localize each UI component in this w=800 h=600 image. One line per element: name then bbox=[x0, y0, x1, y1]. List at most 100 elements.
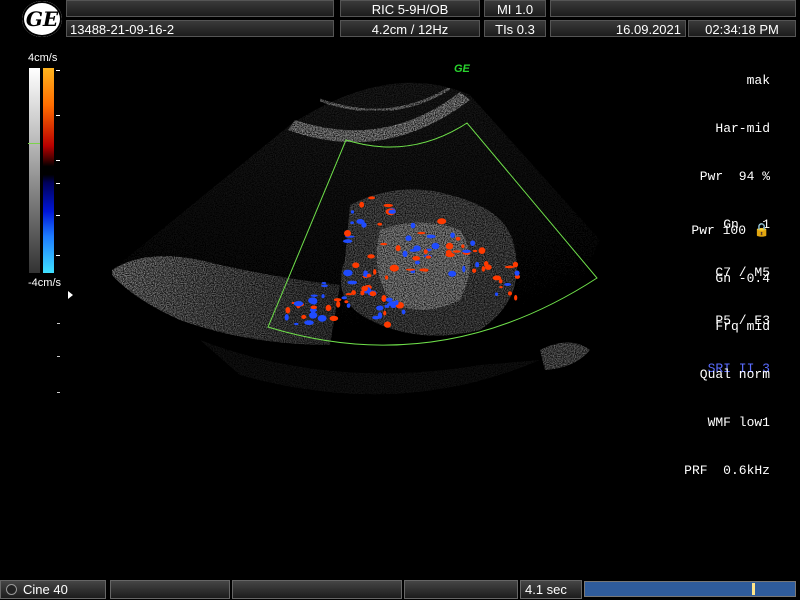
doppler-speckle bbox=[294, 322, 299, 326]
doppler-speckle bbox=[301, 314, 307, 319]
doppler-speckle bbox=[413, 245, 421, 252]
doppler-speckle bbox=[360, 290, 365, 296]
doppler-speckle bbox=[321, 284, 328, 288]
param-line: Gn -0.4 bbox=[715, 271, 770, 286]
doppler-speckle bbox=[470, 240, 476, 246]
doppler-speckle bbox=[293, 301, 304, 307]
doppler-speckle bbox=[342, 239, 353, 244]
cine-button[interactable]: Cine 40 bbox=[0, 580, 106, 599]
param-line: Frq mid bbox=[715, 319, 770, 334]
doppler-speckle bbox=[445, 252, 455, 258]
softkey-2[interactable] bbox=[232, 580, 402, 599]
doppler-speckle bbox=[359, 201, 365, 208]
doppler-speckle bbox=[310, 294, 318, 297]
doppler-speckle bbox=[377, 312, 383, 319]
scale-tick bbox=[56, 70, 60, 71]
doppler-speckle bbox=[383, 321, 392, 328]
cine-label: Cine 40 bbox=[23, 582, 68, 597]
doppler-speckle bbox=[401, 309, 406, 315]
doppler-speckle bbox=[321, 294, 325, 299]
doppler-speckle bbox=[455, 236, 461, 241]
doppler-speckle bbox=[336, 300, 341, 308]
doppler-speckle bbox=[507, 291, 513, 296]
doppler-speckle bbox=[445, 242, 454, 250]
depth-tick bbox=[57, 356, 60, 357]
doppler-speckle bbox=[321, 281, 327, 285]
doppler-speckle bbox=[484, 264, 492, 270]
gray-scale-bar bbox=[29, 68, 40, 273]
softkey-3[interactable] bbox=[404, 580, 518, 599]
param-line: Pwr 94 % bbox=[699, 169, 770, 184]
doppler-speckle bbox=[285, 306, 291, 314]
record-icon bbox=[6, 584, 17, 595]
doppler-speckle bbox=[368, 196, 376, 200]
doppler-speckle bbox=[341, 296, 347, 300]
doppler-speckle bbox=[461, 244, 465, 249]
doppler-speckle bbox=[389, 264, 399, 272]
doppler-speckle bbox=[344, 300, 349, 304]
doppler-speckle bbox=[492, 275, 502, 281]
doppler-speckle bbox=[361, 222, 367, 228]
doppler-speckle bbox=[308, 297, 318, 304]
doppler-speckle bbox=[475, 261, 480, 268]
doppler-speckle bbox=[350, 221, 354, 225]
param-line: Qual norm bbox=[699, 367, 770, 382]
cine-duration: 4.1 sec bbox=[520, 580, 582, 599]
cine-position-marker[interactable] bbox=[752, 583, 755, 595]
ge-watermark: GE bbox=[454, 63, 470, 75]
doppler-speckle bbox=[426, 234, 436, 239]
doppler-speckle bbox=[304, 320, 314, 326]
scale-bottom-label: -4cm/s bbox=[28, 277, 61, 289]
doppler-speckle bbox=[419, 268, 429, 272]
baseline-marker bbox=[28, 143, 40, 144]
doppler-speckle bbox=[376, 305, 384, 311]
color-velocity-bar bbox=[43, 68, 54, 273]
param-line: mak bbox=[746, 73, 770, 88]
doppler-speckle bbox=[373, 268, 377, 275]
softkey-1[interactable] bbox=[110, 580, 230, 599]
doppler-speckle bbox=[431, 242, 440, 250]
doppler-speckle bbox=[383, 310, 387, 316]
doppler-speckle bbox=[417, 231, 426, 235]
doppler-speckle bbox=[410, 222, 416, 229]
scale-tick bbox=[56, 255, 60, 256]
doppler-speckle bbox=[317, 314, 327, 322]
doppler-speckle bbox=[514, 270, 520, 276]
doppler-speckle bbox=[462, 265, 466, 273]
doppler-speckle bbox=[402, 250, 408, 258]
doppler-speckle bbox=[405, 268, 416, 271]
doppler-speckle bbox=[504, 265, 515, 269]
param-line: Har-mid bbox=[715, 121, 770, 136]
depth-tick bbox=[57, 323, 60, 324]
doppler-speckle bbox=[478, 247, 486, 255]
doppler-speckle bbox=[350, 210, 355, 214]
doppler-speckle bbox=[405, 235, 412, 242]
param-line: WMF low1 bbox=[707, 415, 770, 430]
doppler-speckle bbox=[499, 286, 503, 289]
doppler-speckle bbox=[384, 275, 389, 280]
doppler-speckle bbox=[346, 303, 351, 308]
doppler-speckle bbox=[325, 304, 332, 312]
doppler-speckle bbox=[514, 294, 518, 301]
doppler-speckle bbox=[448, 270, 457, 277]
scale-tick bbox=[56, 115, 60, 116]
doppler-speckle bbox=[385, 297, 393, 302]
doppler-speckle bbox=[345, 293, 353, 296]
doppler-speckle bbox=[388, 301, 399, 305]
doppler-speckle bbox=[347, 280, 358, 285]
doppler-speckle bbox=[450, 232, 455, 238]
doppler-speckle bbox=[363, 270, 368, 276]
doppler-speckle bbox=[462, 249, 471, 254]
param-line: PRF 0.6kHz bbox=[684, 463, 770, 478]
doppler-speckle bbox=[423, 249, 428, 254]
doppler-speckle bbox=[333, 298, 342, 302]
scale-tick bbox=[56, 160, 60, 161]
doppler-speckle bbox=[383, 203, 393, 208]
doppler-speckle bbox=[395, 245, 401, 252]
doppler-speckle bbox=[452, 250, 461, 253]
doppler-speckle bbox=[367, 254, 375, 259]
doppler-speckle bbox=[380, 242, 388, 246]
doppler-speckle bbox=[309, 308, 318, 312]
doppler-speckle bbox=[504, 282, 512, 287]
cine-progress-bar[interactable] bbox=[584, 581, 796, 597]
